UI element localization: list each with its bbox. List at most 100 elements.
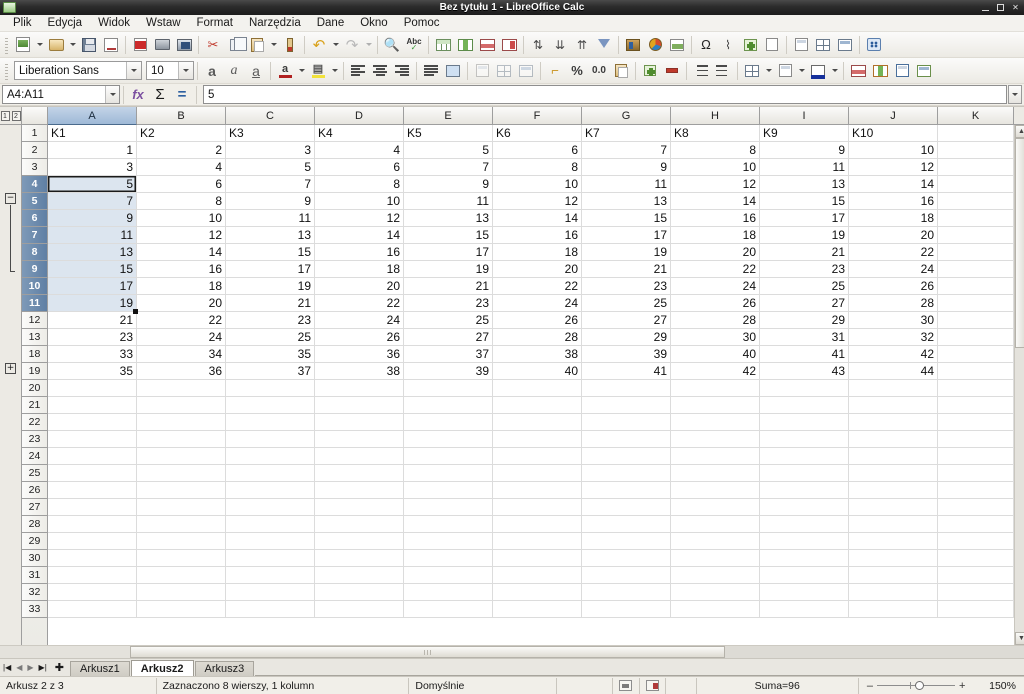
- align-left-icon[interactable]: [347, 60, 369, 82]
- cell-C12[interactable]: 23: [226, 312, 315, 329]
- sort-descending-table-icon[interactable]: [476, 34, 498, 56]
- cell-B10[interactable]: 18: [137, 278, 226, 295]
- conditional-formatting-icon[interactable]: [847, 60, 869, 82]
- cell-F28[interactable]: [493, 516, 582, 533]
- cell-J23[interactable]: [849, 431, 938, 448]
- cell-C33[interactable]: [226, 601, 315, 618]
- cell-D1[interactable]: K4: [315, 125, 404, 142]
- row-header-1[interactable]: 1: [22, 125, 47, 142]
- cell-B6[interactable]: 10: [137, 210, 226, 227]
- cell-C4[interactable]: 7: [226, 176, 315, 193]
- open-file-dropdown-icon[interactable]: [67, 34, 78, 56]
- cell-I24[interactable]: [760, 448, 849, 465]
- cell-G33[interactable]: [582, 601, 671, 618]
- cell-A1[interactable]: K1: [48, 125, 137, 142]
- cell-D8[interactable]: 16: [315, 244, 404, 261]
- last-sheet-icon[interactable]: ▶|: [39, 663, 47, 672]
- paste-dropdown-icon[interactable]: [268, 34, 279, 56]
- cell-E24[interactable]: [404, 448, 493, 465]
- cell-J21[interactable]: [849, 397, 938, 414]
- row-header-12[interactable]: 12: [22, 312, 47, 329]
- cell-J1[interactable]: K10: [849, 125, 938, 142]
- cell-I10[interactable]: 25: [760, 278, 849, 295]
- font-size-chevron-down-icon[interactable]: [178, 62, 193, 79]
- cell-E21[interactable]: [404, 397, 493, 414]
- row-header-22[interactable]: 22: [22, 414, 47, 431]
- cell-H19[interactable]: 42: [671, 363, 760, 380]
- column-header-j[interactable]: J: [849, 107, 938, 125]
- horizontal-scrollbar[interactable]: [0, 645, 1024, 658]
- cell-A24[interactable]: [48, 448, 137, 465]
- cell-I3[interactable]: 11: [760, 159, 849, 176]
- cell-E26[interactable]: [404, 482, 493, 499]
- cell-D12[interactable]: 24: [315, 312, 404, 329]
- next-sheet-icon[interactable]: ▶: [27, 663, 33, 672]
- cell-A27[interactable]: [48, 499, 137, 516]
- cell-D23[interactable]: [315, 431, 404, 448]
- cell-B4[interactable]: 6: [137, 176, 226, 193]
- zoom-level-label[interactable]: 150%: [973, 678, 1024, 694]
- cell-F24[interactable]: [493, 448, 582, 465]
- zoom-slider[interactable]: – +: [859, 678, 974, 694]
- cell-A23[interactable]: [48, 431, 137, 448]
- cell-E30[interactable]: [404, 550, 493, 567]
- row-header-25[interactable]: 25: [22, 465, 47, 482]
- scroll-up-button[interactable]: ▲: [1015, 125, 1024, 138]
- cell-E6[interactable]: 13: [404, 210, 493, 227]
- close-button[interactable]: ✕: [1011, 3, 1020, 12]
- add-decimal-place-icon[interactable]: [639, 60, 661, 82]
- cell-H21[interactable]: [671, 397, 760, 414]
- cell-K4[interactable]: [938, 176, 1014, 193]
- cell-D32[interactable]: [315, 584, 404, 601]
- cell-K30[interactable]: [938, 550, 1014, 567]
- cell-B30[interactable]: [137, 550, 226, 567]
- cell-J5[interactable]: 16: [849, 193, 938, 210]
- previous-sheet-icon[interactable]: ◀: [16, 663, 22, 672]
- cell-I19[interactable]: 43: [760, 363, 849, 380]
- select-all-corner[interactable]: [22, 107, 48, 125]
- align-justified-icon[interactable]: [420, 60, 442, 82]
- cell-A6[interactable]: 9: [48, 210, 137, 227]
- cell-K31[interactable]: [938, 567, 1014, 584]
- cell-D21[interactable]: [315, 397, 404, 414]
- clone-formatting-icon[interactable]: [279, 34, 301, 56]
- cell-G8[interactable]: 19: [582, 244, 671, 261]
- headers-and-footers-icon[interactable]: [761, 34, 783, 56]
- outline-expand-button[interactable]: +: [5, 363, 16, 374]
- cell-C2[interactable]: 3: [226, 142, 315, 159]
- cell-D3[interactable]: 6: [315, 159, 404, 176]
- background-color-icon[interactable]: [807, 60, 829, 82]
- sort-icon[interactable]: ⇅: [527, 34, 549, 56]
- cell-E1[interactable]: K5: [404, 125, 493, 142]
- highlighting-color-chevron-down-icon[interactable]: [329, 60, 340, 82]
- cell-C19[interactable]: 37: [226, 363, 315, 380]
- cell-E4[interactable]: 9: [404, 176, 493, 193]
- save-icon[interactable]: [78, 34, 100, 56]
- cell-F31[interactable]: [493, 567, 582, 584]
- row-header-33[interactable]: 33: [22, 601, 47, 618]
- font-name-combobox[interactable]: Liberation Sans: [14, 61, 142, 80]
- cell-H13[interactable]: 30: [671, 329, 760, 346]
- cell-E22[interactable]: [404, 414, 493, 431]
- cell-F11[interactable]: 24: [493, 295, 582, 312]
- cell-A32[interactable]: [48, 584, 137, 601]
- cell-A7[interactable]: 11: [48, 227, 137, 244]
- cell-I33[interactable]: [760, 601, 849, 618]
- cell-B2[interactable]: 2: [137, 142, 226, 159]
- cell-I4[interactable]: 13: [760, 176, 849, 193]
- vertical-scroll-track[interactable]: [1015, 138, 1024, 632]
- cell-F29[interactable]: [493, 533, 582, 550]
- freeze-rows-and-columns-icon[interactable]: [790, 34, 812, 56]
- paste-icon[interactable]: [246, 34, 268, 56]
- column-header-a[interactable]: A: [48, 107, 137, 125]
- row-header-5[interactable]: 5: [22, 193, 47, 210]
- status-page-style[interactable]: Domyślnie: [409, 677, 557, 694]
- data-styles-icon[interactable]: [891, 60, 913, 82]
- cell-G6[interactable]: 15: [582, 210, 671, 227]
- cell-I20[interactable]: [760, 380, 849, 397]
- cell-C32[interactable]: [226, 584, 315, 601]
- sheet-tab-arkusz3[interactable]: Arkusz3: [194, 661, 255, 676]
- cell-C31[interactable]: [226, 567, 315, 584]
- cell-A30[interactable]: [48, 550, 137, 567]
- cell-B18[interactable]: 34: [137, 346, 226, 363]
